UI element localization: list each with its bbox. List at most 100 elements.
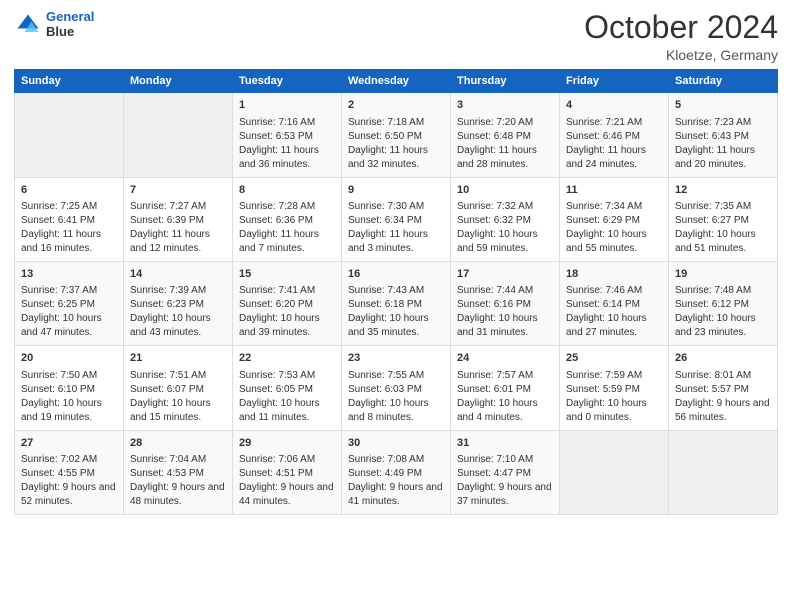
day-number: 8 [239,183,335,198]
day-number: 9 [348,183,444,198]
calendar-cell: 31 Sunrise: 7:10 AM Sunset: 4:47 PM Dayli… [451,430,560,514]
logo: General Blue [14,10,94,40]
day-number: 16 [348,267,444,282]
cell-content: Sunrise: 7:53 AM Sunset: 6:05 PM Dayligh… [239,369,335,425]
cell-content: Sunrise: 7:46 AM Sunset: 6:14 PM Dayligh… [566,284,662,340]
calendar-cell [560,430,669,514]
day-number: 12 [675,183,771,198]
cell-content: Sunrise: 7:43 AM Sunset: 6:18 PM Dayligh… [348,284,444,340]
cell-content: Sunrise: 7:02 AM Sunset: 4:55 PM Dayligh… [21,453,117,509]
calendar-cell: 25Sunrise: 7:59 AM Sunset: 5:59 PM Dayli… [560,346,669,430]
day-number: 2 [348,98,444,113]
calendar-week: 13Sunrise: 7:37 AM Sunset: 6:25 PM Dayli… [15,261,778,345]
day-number: 7 [130,183,226,198]
day-number: 14 [130,267,226,282]
month-title: October 2024 [584,10,778,45]
day-number: 15 [239,267,335,282]
day-number: 24 [457,351,553,366]
calendar-cell: 20 Sunrise: 7:50 AM Sunset: 6:10 PM Dayli… [15,346,124,430]
header-day: Wednesday [342,70,451,93]
header-day: Friday [560,70,669,93]
cell-content: Sunrise: 7:32 AM Sunset: 6:32 PM Dayligh… [457,200,553,256]
calendar-cell: 14Sunrise: 7:39 AM Sunset: 6:23 PM Dayli… [124,261,233,345]
calendar-cell: 18 Sunrise: 7:46 AM Sunset: 6:14 PM Dayli… [560,261,669,345]
cell-content: Sunrise: 7:18 AM Sunset: 6:50 PM Dayligh… [348,116,444,172]
day-number: 6 [21,183,117,198]
calendar-cell: 9 Sunrise: 7:30 AM Sunset: 6:34 PM Daylig… [342,177,451,261]
calendar-cell: 17Sunrise: 7:44 AM Sunset: 6:16 PM Dayli… [451,261,560,345]
calendar-cell: 2 Sunrise: 7:18 AM Sunset: 6:50 PM Daylig… [342,93,451,177]
header-day: Monday [124,70,233,93]
cell-content: Sunrise: 7:51 AM Sunset: 6:07 PM Dayligh… [130,369,226,425]
calendar-cell: 24 Sunrise: 7:57 AM Sunset: 6:01 PM Dayli… [451,346,560,430]
calendar-cell [669,430,778,514]
day-number: 1 [239,98,335,113]
day-number: 19 [675,267,771,282]
calendar-cell: 10 Sunrise: 7:32 AM Sunset: 6:32 PM Dayli… [451,177,560,261]
logo-text: General Blue [46,10,94,40]
cell-content: Sunrise: 7:27 AM Sunset: 6:39 PM Dayligh… [130,200,226,256]
day-number: 3 [457,98,553,113]
calendar-cell: 8 Sunrise: 7:28 AM Sunset: 6:36 PM Daylig… [233,177,342,261]
calendar-cell: 13Sunrise: 7:37 AM Sunset: 6:25 PM Dayli… [15,261,124,345]
cell-content: Sunrise: 7:20 AM Sunset: 6:48 PM Dayligh… [457,116,553,172]
cell-content: Sunrise: 7:34 AM Sunset: 6:29 PM Dayligh… [566,200,662,256]
calendar-week: 6 Sunrise: 7:25 AM Sunset: 6:41 PM Daylig… [15,177,778,261]
calendar-cell: 1 Sunrise: 7:16 AM Sunset: 6:53 PM Daylig… [233,93,342,177]
cell-content: Sunrise: 7:21 AM Sunset: 6:46 PM Dayligh… [566,116,662,172]
cell-content: Sunrise: 7:04 AM Sunset: 4:53 PM Dayligh… [130,453,226,509]
calendar-cell: 12 Sunrise: 7:35 AM Sunset: 6:27 PM Dayli… [669,177,778,261]
day-number: 18 [566,267,662,282]
cell-content: Sunrise: 7:57 AM Sunset: 6:01 PM Dayligh… [457,369,553,425]
cell-content: Sunrise: 7:50 AM Sunset: 6:10 PM Dayligh… [21,369,117,425]
calendar-cell [15,93,124,177]
cell-content: Sunrise: 7:08 AM Sunset: 4:49 PM Dayligh… [348,453,444,509]
cell-content: Sunrise: 7:44 AM Sunset: 6:16 PM Dayligh… [457,284,553,340]
day-number: 21 [130,351,226,366]
day-number: 23 [348,351,444,366]
location: Kloetze, Germany [584,47,778,63]
cell-content: Sunrise: 7:28 AM Sunset: 6:36 PM Dayligh… [239,200,335,256]
cell-content: Sunrise: 7:55 AM Sunset: 6:03 PM Dayligh… [348,369,444,425]
header-row: SundayMondayTuesdayWednesdayThursdayFrid… [15,70,778,93]
day-number: 5 [675,98,771,113]
cell-content: Sunrise: 7:35 AM Sunset: 6:27 PM Dayligh… [675,200,771,256]
header-day: Tuesday [233,70,342,93]
day-number: 31 [457,436,553,451]
calendar-table: SundayMondayTuesdayWednesdayThursdayFrid… [14,69,778,515]
calendar-cell: 21 Sunrise: 7:51 AM Sunset: 6:07 PM Dayli… [124,346,233,430]
cell-content: Sunrise: 7:25 AM Sunset: 6:41 PM Dayligh… [21,200,117,256]
calendar-cell: 22 Sunrise: 7:53 AM Sunset: 6:05 PM Dayli… [233,346,342,430]
calendar-cell [124,93,233,177]
cell-content: Sunrise: 7:06 AM Sunset: 4:51 PM Dayligh… [239,453,335,509]
calendar-week: 20 Sunrise: 7:50 AM Sunset: 6:10 PM Dayli… [15,346,778,430]
calendar-cell: 5 Sunrise: 7:23 AM Sunset: 6:43 PM Daylig… [669,93,778,177]
header-day: Thursday [451,70,560,93]
calendar-cell: 28 Sunrise: 7:04 AM Sunset: 4:53 PM Dayli… [124,430,233,514]
calendar-cell: 23 Sunrise: 7:55 AM Sunset: 6:03 PM Dayli… [342,346,451,430]
calendar-cell: 16 Sunrise: 7:43 AM Sunset: 6:18 PM Dayli… [342,261,451,345]
day-number: 27 [21,436,117,451]
calendar-cell: 30Sunrise: 7:08 AM Sunset: 4:49 PM Dayli… [342,430,451,514]
calendar-cell: 7 Sunrise: 7:27 AM Sunset: 6:39 PM Daylig… [124,177,233,261]
calendar-cell: 27 Sunrise: 7:02 AM Sunset: 4:55 PM Dayli… [15,430,124,514]
cell-content: Sunrise: 7:10 AM Sunset: 4:47 PM Dayligh… [457,453,553,509]
day-number: 10 [457,183,553,198]
day-number: 22 [239,351,335,366]
day-number: 28 [130,436,226,451]
cell-content: Sunrise: 7:16 AM Sunset: 6:53 PM Dayligh… [239,116,335,172]
calendar-cell: 15Sunrise: 7:41 AM Sunset: 6:20 PM Dayli… [233,261,342,345]
calendar-cell: 11Sunrise: 7:34 AM Sunset: 6:29 PM Dayli… [560,177,669,261]
day-number: 26 [675,351,771,366]
header: General Blue October 2024 Kloetze, Germa… [14,10,778,63]
day-number: 4 [566,98,662,113]
calendar-week: 1 Sunrise: 7:16 AM Sunset: 6:53 PM Daylig… [15,93,778,177]
calendar-cell: 26Sunrise: 8:01 AM Sunset: 5:57 PM Dayli… [669,346,778,430]
cell-content: Sunrise: 7:23 AM Sunset: 6:43 PM Dayligh… [675,116,771,172]
calendar-cell: 6 Sunrise: 7:25 AM Sunset: 6:41 PM Daylig… [15,177,124,261]
day-number: 20 [21,351,117,366]
cell-content: Sunrise: 7:30 AM Sunset: 6:34 PM Dayligh… [348,200,444,256]
calendar-cell: 4 Sunrise: 7:21 AM Sunset: 6:46 PM Daylig… [560,93,669,177]
header-day: Saturday [669,70,778,93]
calendar-header: SundayMondayTuesdayWednesdayThursdayFrid… [15,70,778,93]
